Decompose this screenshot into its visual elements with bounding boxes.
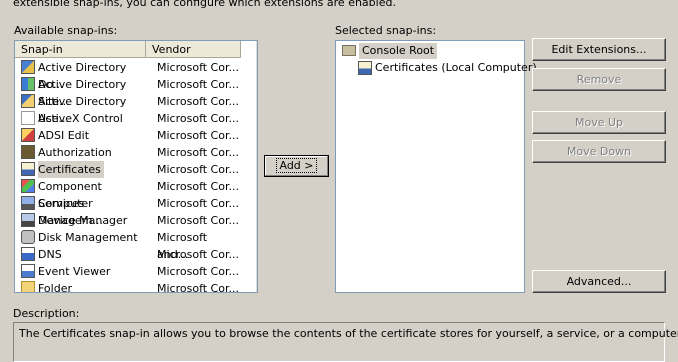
instruction-text: extensible snap-ins, you can configure w… (13, 0, 396, 9)
snapin-name: Device Manager (38, 214, 128, 227)
authorization-manager-icon (21, 145, 35, 159)
snapin-row-certificates[interactable]: Certificates Microsoft Cor... (15, 161, 241, 178)
computer-management-icon (21, 196, 35, 210)
snapin-name: Certificates (38, 161, 104, 178)
move-up-button[interactable]: Move Up (532, 111, 666, 134)
active-directory-users-icon (21, 94, 35, 108)
snapin-row-active-directory-sites[interactable]: Active Directory Site... Microsoft Cor..… (15, 76, 241, 108)
snapin-row-disk-management[interactable]: Disk Management Microsoft and... (15, 229, 241, 261)
snapin-row-device-manager[interactable]: Device Manager Microsoft Cor... (15, 212, 241, 229)
disk-management-icon (21, 230, 35, 244)
snapin-vendor: Microsoft Cor... (157, 78, 239, 91)
snapin-vendor: Microsoft Cor... (157, 214, 239, 227)
snapin-vendor: Microsoft Cor... (157, 248, 239, 261)
scroll-up-arrow-icon[interactable]: ▲ (257, 41, 258, 57)
snapin-name: Disk Management (38, 231, 138, 244)
description-label: Description: (13, 307, 80, 320)
move-down-button[interactable]: Move Down (532, 140, 666, 163)
active-directory-sites-icon (21, 77, 35, 91)
snapin-name: Folder (38, 282, 72, 293)
snapin-name: DNS (38, 248, 62, 261)
certificates-node-label: Certificates (Local Computer) (375, 61, 537, 74)
add-button-label: Add > (276, 158, 317, 173)
snapin-row-activex-control[interactable]: ActiveX Control Microsoft Cor... (15, 110, 241, 127)
event-viewer-icon (21, 264, 35, 278)
snapin-name: ActiveX Control (38, 112, 123, 125)
snapin-row-folder[interactable]: Folder Microsoft Cor... (15, 280, 241, 293)
snapin-vendor: Microsoft Cor... (157, 197, 239, 210)
folder-icon (342, 45, 356, 56)
description-text: The Certificates snap-in allows you to b… (19, 327, 678, 340)
available-snapins-list[interactable]: Snap-in Vendor Active Directory Do... Mi… (14, 40, 258, 293)
column-header-vendor[interactable]: Vendor (146, 41, 241, 58)
available-snapins-label: Available snap-ins: (14, 24, 118, 37)
snapin-row-authorization-manager[interactable]: Authorization Manager Microsoft Cor... (15, 144, 241, 176)
snapin-vendor: Microsoft Cor... (157, 282, 239, 293)
console-root-label: Console Root (359, 43, 438, 59)
snapin-vendor: Microsoft Cor... (157, 95, 239, 108)
snapin-row-dns[interactable]: DNS Microsoft Cor... (15, 246, 241, 263)
snapin-row-component-services[interactable]: Component Services Microsoft Cor... (15, 178, 241, 210)
dns-icon (21, 247, 35, 261)
active-directory-domains-icon (21, 60, 35, 74)
vertical-scrollbar[interactable]: ▲ ▼ (256, 41, 258, 292)
activex-control-icon (21, 111, 35, 125)
column-header-snapin[interactable]: Snap-in (15, 41, 146, 58)
certificates-icon (21, 162, 35, 176)
snapin-vendor: Microsoft Cor... (157, 163, 239, 176)
selected-snapins-label: Selected snap-ins: (335, 24, 437, 37)
component-services-icon (21, 179, 35, 193)
snapin-name: Event Viewer (38, 265, 111, 278)
remove-button[interactable]: Remove (532, 68, 666, 91)
snapin-name: ADSI Edit (38, 129, 90, 142)
device-manager-icon (21, 213, 35, 227)
advanced-button[interactable]: Advanced... (532, 270, 666, 293)
snapin-vendor: Microsoft Cor... (157, 180, 239, 193)
scroll-down-arrow-icon[interactable]: ▼ (257, 276, 258, 292)
snapin-vendor: Microsoft Cor... (157, 61, 239, 74)
edit-extensions-button[interactable]: Edit Extensions... (532, 38, 666, 61)
snapin-vendor: Microsoft Cor... (157, 129, 239, 142)
description-box: The Certificates snap-in allows you to b… (13, 322, 678, 362)
snapin-row-active-directory-users[interactable]: Active Directory Use... Microsoft Cor... (15, 93, 241, 125)
adsi-edit-icon (21, 128, 35, 142)
folder-icon (21, 281, 35, 292)
snapin-vendor: Microsoft Cor... (157, 265, 239, 278)
scrollbar-thumb[interactable] (257, 57, 258, 161)
snapin-row-event-viewer[interactable]: Event Viewer Microsoft Cor... (15, 263, 241, 280)
selected-snapins-tree[interactable]: Console Root Certificates (Local Compute… (335, 40, 537, 293)
add-button[interactable]: Add > (264, 155, 329, 177)
snapin-row-adsi-edit[interactable]: ADSI Edit Microsoft Cor... (15, 127, 241, 144)
snapin-row-computer-management[interactable]: Computer Managem... Microsoft Cor... (15, 195, 241, 227)
snapin-vendor: Microsoft Cor... (157, 146, 239, 159)
snapin-row-active-directory-domains[interactable]: Active Directory Do... Microsoft Cor... (15, 59, 241, 91)
snapin-vendor: Microsoft Cor... (157, 112, 239, 125)
certificates-icon (358, 61, 372, 75)
